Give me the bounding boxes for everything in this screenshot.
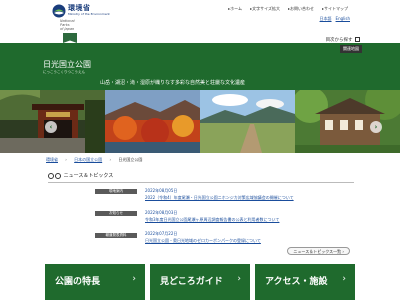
photo-carousel bbox=[0, 90, 400, 153]
np-logo-text[interactable]: National Parks of Japan bbox=[60, 19, 75, 31]
utility-link-home[interactable]: ▸ホーム bbox=[228, 6, 242, 12]
breadcrumb-separator: › bbox=[109, 157, 112, 162]
breadcrumb-current: 日光国立公園 bbox=[118, 157, 143, 162]
related-map-button[interactable]: 関連地図 bbox=[340, 45, 362, 53]
news-heading: ニュース＆トピックス bbox=[48, 172, 113, 179]
ministry-sub: Ministry of the Environment bbox=[68, 12, 110, 16]
news-date: 2022年08月05日 bbox=[145, 188, 178, 193]
language-links: 日本語 English bbox=[320, 16, 350, 22]
chevron-right-icon: › bbox=[374, 123, 378, 131]
card-guide[interactable]: 見どころガイド › bbox=[150, 264, 250, 300]
news-badge: 現地案内 bbox=[95, 189, 137, 194]
carousel-prev-button[interactable]: ‹ bbox=[45, 121, 57, 133]
np-flag-icon bbox=[63, 33, 77, 43]
news-divider bbox=[48, 182, 354, 183]
menu-icon bbox=[355, 37, 360, 42]
news-title-link[interactable]: 日光国立公園・奥日光地域のゼロカーボンパークの登録について bbox=[145, 238, 261, 244]
news-more-label: ニュース＆トピックス一覧 bbox=[293, 249, 342, 254]
utility-links: ▸ホーム ▸文字サイズ拡大 ▸お問い合わせ ▸サイトマップ bbox=[228, 6, 348, 12]
news-title-link[interactable]: 令和3年度日光国立公園尾瀬ヶ原周辺調査報告書の公表と利用者数について bbox=[145, 217, 279, 223]
card-access[interactable]: アクセス・施設 › bbox=[255, 264, 355, 300]
ministry-mark-icon bbox=[52, 4, 66, 18]
card-label: アクセス・施設 bbox=[265, 277, 328, 287]
chevron-right-icon: › bbox=[342, 249, 344, 254]
np-logo-line: of Japan bbox=[60, 27, 75, 31]
breadcrumb-item[interactable]: 環境省 bbox=[46, 157, 58, 162]
news-badge: 報道発表資料 bbox=[95, 233, 137, 238]
chevron-left-icon: ‹ bbox=[49, 123, 53, 131]
lang-link-ja[interactable]: 日本語 bbox=[320, 16, 332, 22]
utility-link-contact[interactable]: ▸お問い合わせ bbox=[288, 6, 314, 12]
card-label: 見どころガイド bbox=[160, 277, 223, 287]
news-date: 2022年08月03日 bbox=[145, 210, 178, 215]
breadcrumb-item[interactable]: 日本の国立公園 bbox=[74, 157, 102, 162]
chevron-right-icon: › bbox=[342, 274, 346, 284]
breadcrumb: 環境省 › 日本の国立公園 › 日光国立公園 bbox=[46, 157, 142, 163]
utility-link-label: ホーム bbox=[230, 6, 243, 11]
news-heading-label: ニュース＆トピックス bbox=[63, 173, 114, 179]
utility-link-label: 文字サイズ拡大 bbox=[252, 6, 280, 11]
card-label: 公園の特長 bbox=[55, 277, 101, 287]
utility-link-sitemap[interactable]: ▸サイトマップ bbox=[322, 6, 348, 12]
park-kana: にっこうこくりつこうえん bbox=[43, 70, 86, 74]
news-badge: お知らせ bbox=[95, 211, 137, 216]
carousel-next-button[interactable]: › bbox=[370, 121, 382, 133]
utility-link-label: サイトマップ bbox=[324, 6, 348, 11]
breadcrumb-separator: › bbox=[65, 157, 67, 162]
chevron-right-icon: › bbox=[237, 274, 241, 284]
news-title-link[interactable]: 2022（令和4）年度尾瀬・日光国立公園ニホンジカ対策広域協議会の開催について bbox=[145, 195, 294, 201]
people-icon bbox=[48, 172, 54, 179]
park-title: 日光国立公園 bbox=[43, 60, 91, 69]
carousel-photo-villa bbox=[295, 90, 400, 153]
chevron-right-icon: › bbox=[132, 274, 136, 284]
people-icon bbox=[55, 172, 61, 179]
park-tagline: 山岳・湖沼・滝・湿原が織りなす多彩な自然美と荘厳な文化遺産 bbox=[100, 80, 246, 86]
utility-link-text-size[interactable]: ▸文字サイズ拡大 bbox=[250, 6, 280, 12]
news-date: 2022年07月22日 bbox=[145, 231, 178, 236]
page: 環境省 Ministry of the Environment National… bbox=[0, 0, 400, 300]
carousel-photo-autumn bbox=[105, 90, 200, 153]
news-more-button[interactable]: ニュース＆トピックス一覧 › bbox=[287, 247, 350, 255]
carousel-photo-marsh bbox=[200, 90, 295, 153]
card-features[interactable]: 公園の特長 › bbox=[45, 264, 145, 300]
utility-link-label: お問い合わせ bbox=[289, 6, 314, 11]
ministry-logo[interactable]: 環境省 Ministry of the Environment bbox=[52, 3, 110, 19]
lang-link-en[interactable]: English bbox=[336, 16, 350, 22]
